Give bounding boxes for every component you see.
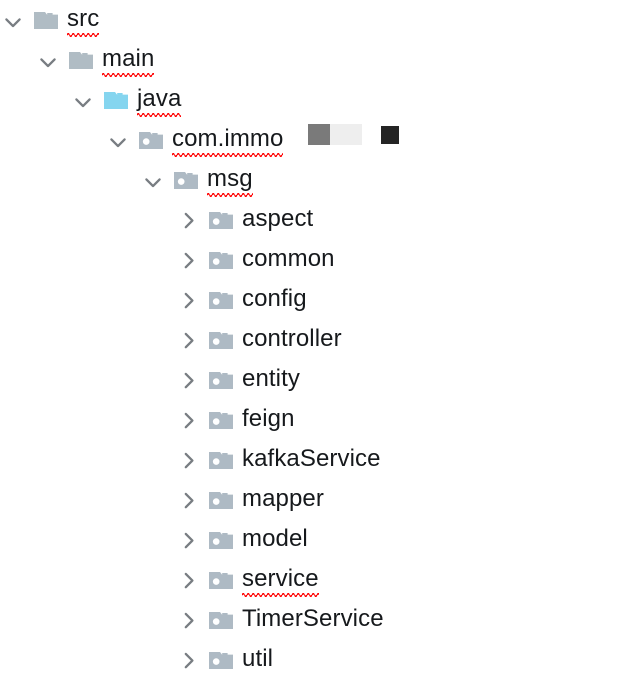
tree-row-entity[interactable]: entity	[175, 360, 300, 400]
folder-package-icon	[209, 487, 233, 513]
tree-row-util[interactable]: util	[175, 640, 273, 680]
chevron-right-icon[interactable]	[175, 487, 201, 513]
tree-row-label: service	[242, 565, 319, 597]
folder-package-icon	[209, 367, 233, 393]
folder-package-icon	[209, 567, 233, 593]
tree-row-label: com.immo	[172, 125, 284, 157]
tree-row-msg[interactable]: msg	[140, 160, 253, 200]
tree-row-label: feign	[242, 405, 295, 432]
redaction-block-black	[381, 126, 399, 144]
chevron-down-icon[interactable]	[0, 7, 26, 33]
folder-package-icon	[209, 527, 233, 553]
tree-row-src[interactable]: src	[0, 0, 100, 40]
chevron-right-icon[interactable]	[175, 367, 201, 393]
folder-package-icon	[209, 207, 233, 233]
chevron-right-icon[interactable]	[175, 527, 201, 553]
tree-row-mapper[interactable]: mapper	[175, 480, 324, 520]
tree-row-kafkaservice[interactable]: kafkaService	[175, 440, 381, 480]
tree-row-label: common	[242, 245, 335, 272]
folder-package-icon	[209, 407, 233, 433]
tree-row-aspect[interactable]: aspect	[175, 200, 313, 240]
tree-row-label: controller	[242, 325, 342, 352]
tree-row-config[interactable]: config	[175, 280, 307, 320]
folder-package-icon	[209, 647, 233, 673]
folder-package-icon	[209, 327, 233, 353]
tree-row-label: util	[242, 645, 274, 672]
tree-row-label: msg	[207, 165, 253, 197]
redaction-block-dark-gray	[308, 124, 330, 145]
chevron-right-icon[interactable]	[175, 567, 201, 593]
tree-row-com-immo[interactable]: com.immo	[105, 120, 284, 160]
chevron-right-icon[interactable]	[175, 207, 201, 233]
chevron-right-icon[interactable]	[175, 607, 201, 633]
tree-row-common[interactable]: common	[175, 240, 335, 280]
chevron-right-icon[interactable]	[175, 407, 201, 433]
chevron-down-icon[interactable]	[70, 87, 96, 113]
tree-row-label: main	[102, 45, 155, 77]
chevron-right-icon[interactable]	[175, 447, 201, 473]
tree-row-feign[interactable]: feign	[175, 400, 295, 440]
tree-row-controller[interactable]: controller	[175, 320, 342, 360]
project-file-tree[interactable]: src main java com.immo msg aspect common config…	[0, 0, 640, 674]
chevron-right-icon[interactable]	[175, 287, 201, 313]
chevron-down-icon[interactable]	[140, 167, 166, 193]
tree-row-label: model	[242, 525, 308, 552]
tree-row-label: config	[242, 285, 307, 312]
folder-java-icon	[104, 87, 128, 113]
tree-row-label: TimerService	[242, 605, 384, 632]
tree-row-label: java	[137, 85, 182, 117]
tree-row-java[interactable]: java	[70, 80, 182, 120]
chevron-right-icon[interactable]	[175, 647, 201, 673]
folder-package-icon	[209, 287, 233, 313]
tree-row-timerservice[interactable]: TimerService	[175, 600, 384, 640]
tree-row-model[interactable]: model	[175, 520, 308, 560]
tree-row-label: src	[67, 5, 100, 37]
tree-row-label: kafkaService	[242, 445, 381, 472]
folder-package-icon	[139, 127, 163, 153]
tree-row-main[interactable]: main	[35, 40, 155, 80]
folder-plain-icon	[69, 47, 93, 73]
tree-row-label: mapper	[242, 485, 324, 512]
folder-package-icon	[209, 447, 233, 473]
chevron-right-icon[interactable]	[175, 327, 201, 353]
folder-package-icon	[209, 607, 233, 633]
tree-row-service[interactable]: service	[175, 560, 319, 600]
folder-plain-icon	[34, 7, 58, 33]
chevron-down-icon[interactable]	[105, 127, 131, 153]
redaction-block-light-gray	[330, 124, 362, 145]
chevron-down-icon[interactable]	[35, 47, 61, 73]
folder-package-icon	[174, 167, 198, 193]
folder-package-icon	[209, 247, 233, 273]
tree-row-label: aspect	[242, 205, 314, 232]
tree-row-label: entity	[242, 365, 300, 392]
chevron-right-icon[interactable]	[175, 247, 201, 273]
